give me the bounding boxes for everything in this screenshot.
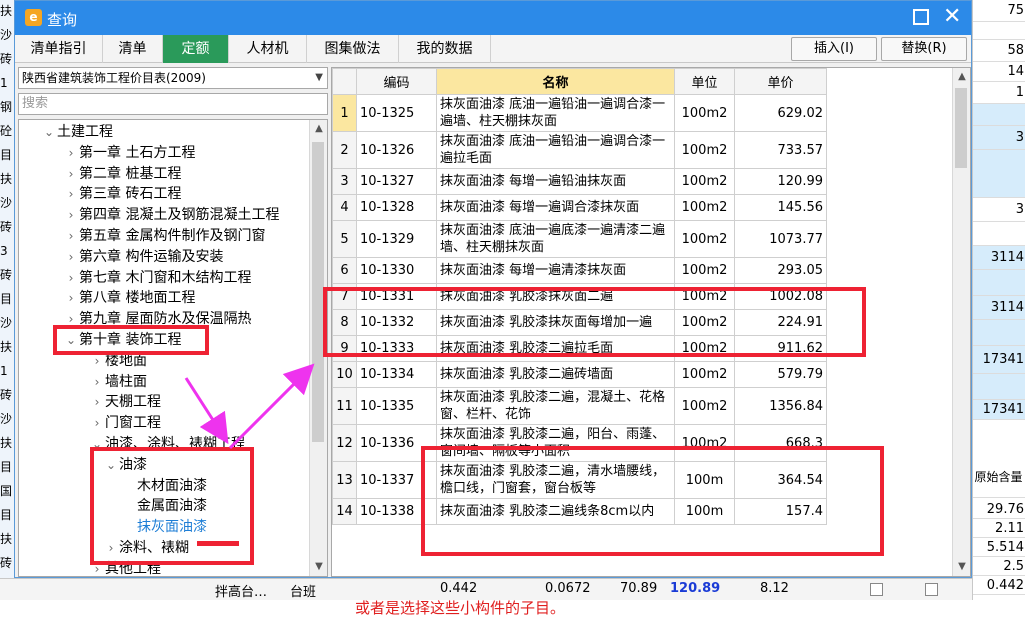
underline-selected-node — [197, 541, 239, 546]
caption: 或者是选择这些小构件的子目。 — [355, 599, 566, 617]
arrow-to-table — [228, 363, 315, 450]
arrow-to-paint-nodes — [184, 377, 229, 445]
annotation-arrows — [184, 363, 315, 546]
